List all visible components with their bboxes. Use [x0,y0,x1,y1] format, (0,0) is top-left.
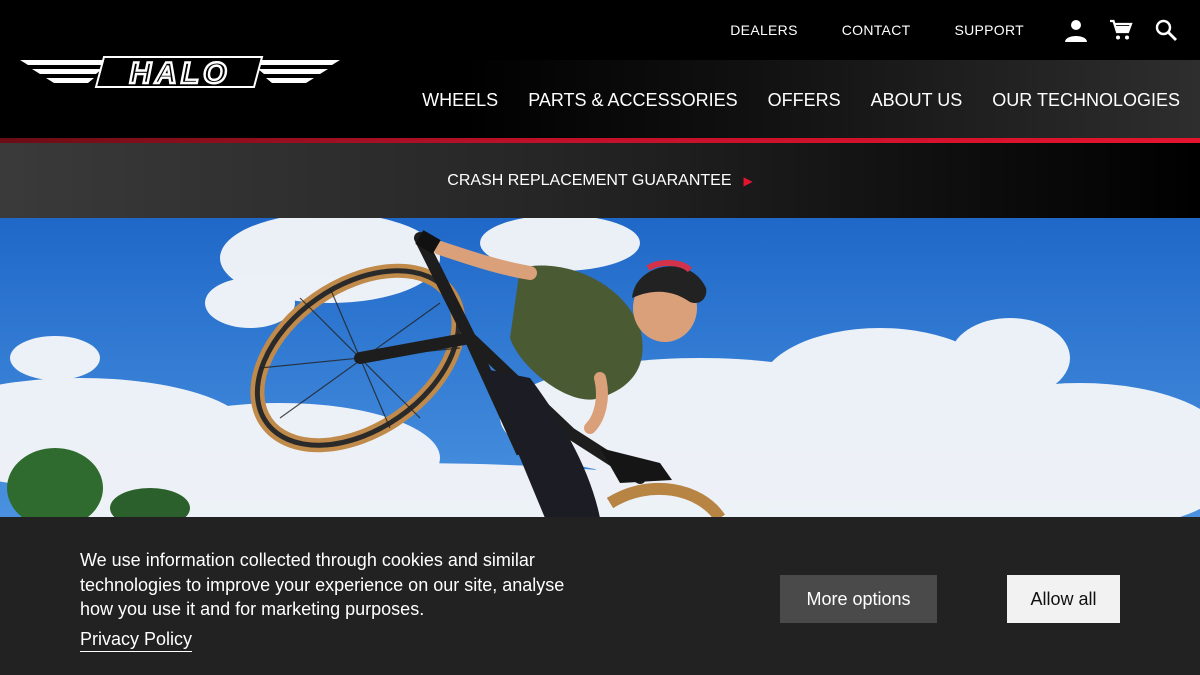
utility-nav: DEALERS CONTACT SUPPORT [730,0,1200,60]
nav-item-about-us[interactable]: ABOUT US [871,90,963,111]
privacy-policy-link[interactable]: Privacy Policy [80,629,192,650]
cart-icon[interactable] [1107,16,1135,44]
hero-image [0,218,1200,518]
account-icon[interactable] [1062,16,1090,44]
dealers-link[interactable]: DEALERS [730,22,797,38]
play-arrow-icon: ▶ [743,173,753,188]
contact-link[interactable]: CONTACT [842,22,911,38]
nav-item-parts-accessories[interactable]: PARTS & ACCESSORIES [528,90,737,111]
nav-item-offers[interactable]: OFFERS [768,90,841,111]
promo-label: CRASH REPLACEMENT GUARANTEE [447,171,732,189]
nav-item-our-technologies[interactable]: OUR TECHNOLOGIES [992,90,1180,111]
search-icon[interactable] [1152,16,1180,44]
more-options-button[interactable]: More options [780,575,937,623]
site-header: HALO DEALERS CONTACT SUPPORT WHEELS PART… [0,0,1200,143]
cookie-consent-banner: We use information collected through coo… [0,517,1200,675]
crash-replacement-link[interactable]: CRASH REPLACEMENT GUARANTEE ▶ [447,172,752,190]
allow-all-button[interactable]: Allow all [1007,575,1120,623]
promo-banner: CRASH REPLACEMENT GUARANTEE ▶ [0,143,1200,218]
main-nav: WHEELS PARTS & ACCESSORIES OFFERS ABOUT … [422,60,1200,140]
nav-item-wheels[interactable]: WHEELS [422,90,498,111]
logo-wordmark: HALO [130,57,231,90]
support-link[interactable]: SUPPORT [954,22,1024,38]
halo-logo[interactable]: HALO [18,52,342,92]
cookie-message: We use information collected through coo… [80,550,565,619]
